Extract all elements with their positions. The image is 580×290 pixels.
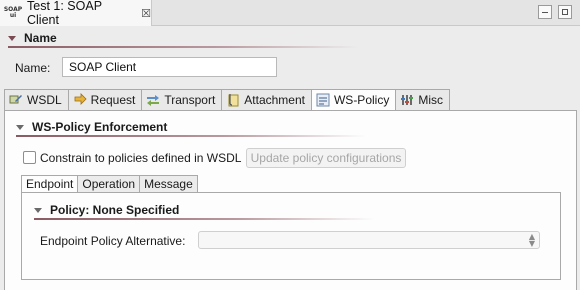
policy-section-header[interactable]: Policy: None Specified: [34, 203, 179, 217]
editor-tab-bar: SOAP ui Test 1: SOAP Client ☒: [0, 0, 580, 27]
attachment-icon: [228, 94, 239, 107]
constrain-policies-label: Constrain to policies defined in WSDL: [40, 151, 242, 165]
endpoint-policy-alternative-select[interactable]: ▲ ▼: [198, 231, 540, 249]
chevron-up-down-icon: ▲ ▼: [528, 232, 535, 248]
tab-transport[interactable]: Transport: [141, 89, 222, 111]
ws-policy-section-header[interactable]: WS-Policy Enforcement: [16, 120, 167, 134]
request-icon: [74, 93, 87, 105]
soap-client-icon: SOAP ui: [3, 6, 23, 19]
transport-icon: [147, 95, 160, 106]
tab-misc[interactable]: Misc: [395, 89, 450, 111]
tab-ws-policy[interactable]: WS-Policy: [310, 89, 396, 111]
ws-policy-icon: [316, 93, 330, 107]
name-section-title: Name: [24, 31, 57, 45]
policy-section-title: Policy: None Specified: [50, 203, 180, 217]
editor-tabs: WSDL Request Transport Attachment WS-Pol…: [4, 89, 450, 111]
constrain-policies-checkbox[interactable]: [23, 151, 36, 164]
minimize-button[interactable]: [538, 5, 552, 19]
name-label: Name:: [15, 61, 51, 75]
tab-request[interactable]: Request: [67, 89, 142, 111]
tab-attachment[interactable]: Attachment: [221, 89, 311, 111]
endpoint-policy-alternative-label: Endpoint Policy Alternative:: [40, 234, 186, 248]
section-divider: [16, 135, 366, 137]
tab-operation[interactable]: Operation: [77, 175, 140, 193]
name-input[interactable]: [62, 57, 277, 77]
ws-policy-section-title: WS-Policy Enforcement: [32, 120, 168, 134]
editor-tab-title: Test 1: SOAP Client: [27, 0, 102, 27]
tab-endpoint[interactable]: Endpoint: [21, 175, 78, 193]
collapse-twisty-icon[interactable]: [34, 207, 42, 213]
tab-wsdl[interactable]: WSDL: [4, 89, 68, 111]
policy-scope-tabs: Endpoint Operation Message: [21, 175, 198, 193]
tab-message[interactable]: Message: [139, 175, 198, 193]
close-icon[interactable]: ☒: [141, 7, 151, 20]
collapse-twisty-icon[interactable]: [16, 124, 24, 130]
name-section-header[interactable]: Name: [8, 31, 57, 45]
misc-icon: [401, 95, 414, 105]
wsdl-icon: [9, 95, 22, 104]
update-policy-button[interactable]: Update policy configurations: [246, 148, 406, 168]
collapse-twisty-icon[interactable]: [8, 35, 16, 41]
editor-tab[interactable]: SOAP ui Test 1: SOAP Client ☒: [0, 0, 152, 27]
section-divider: [34, 218, 374, 220]
maximize-button[interactable]: [558, 5, 572, 19]
section-divider: [8, 46, 358, 48]
